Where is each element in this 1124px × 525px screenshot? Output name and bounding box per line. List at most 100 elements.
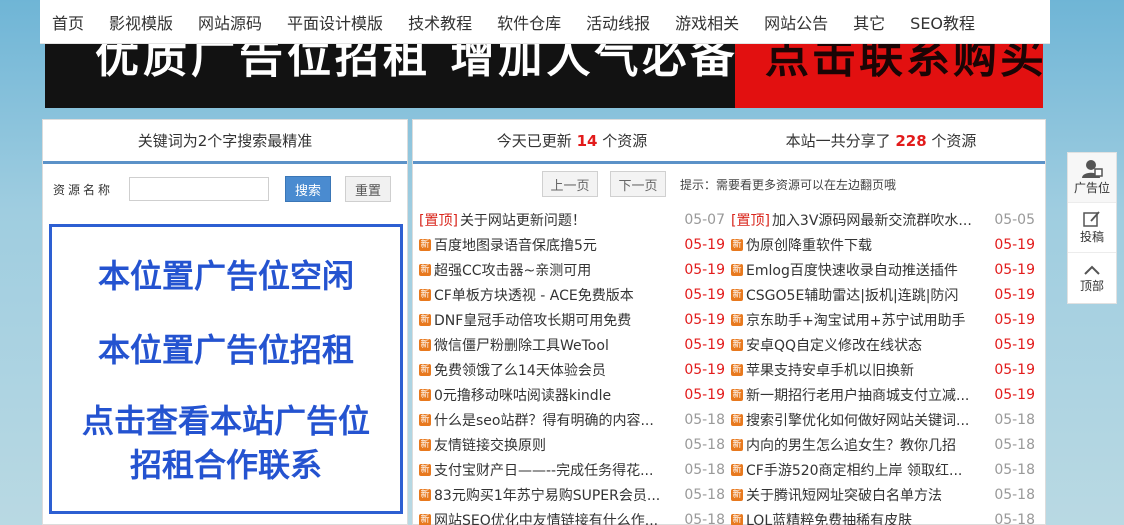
item-date: 05-18 — [994, 411, 1035, 428]
item-title[interactable]: CF手游520商定相约上岸 领取红... — [746, 460, 991, 480]
list-item[interactable]: 新免费领饿了么14天体验会员 05-19 — [413, 360, 731, 380]
table-row: 新什么是seo站群？得有明确的内容... 05-18 新搜索引擎优化如何做好网站关键… — [413, 407, 1047, 432]
list-item[interactable]: [置顶] 关于网站更新问题！ 05-07 — [413, 210, 731, 230]
list-item[interactable]: 新 CSGO5E辅助雷达|扳机|连跳|防闪 05-19 — [731, 285, 1041, 305]
item-title[interactable]: 苹果支持安卓手机以旧换新 — [746, 360, 991, 380]
new-icon: 新 — [731, 313, 743, 326]
banner-contact-button[interactable]: 点击联系购买 — [735, 44, 1043, 108]
search-button[interactable]: 搜索 — [285, 176, 331, 202]
item-title[interactable]: 网站SEO优化中友情链接有什么作... — [434, 510, 681, 525]
resource-stats: 今天已更新 14 个资源 本站一共分享了 228 个资源 — [413, 120, 1045, 164]
banner-left-text: 优质广告位招租 增加人气必备 — [95, 44, 739, 83]
item-title[interactable]: 关于网站更新问题！ — [460, 210, 681, 230]
table-row: 新 0元撸移动咪咕阅读器kindle 05-19 新新一期招行老用户抽商城支付立减..… — [413, 382, 1047, 407]
item-date: 05-19 — [994, 286, 1035, 303]
table-row: 新网站SEO优化中友情链接有什么作... 05-18 新 LOL蓝精粹免费抽稀有皮肤 0… — [413, 507, 1047, 525]
nav-activities[interactable]: 活动线报 — [586, 10, 650, 34]
item-title[interactable]: LOL蓝精粹免费抽稀有皮肤 — [746, 510, 991, 525]
item-title[interactable]: Emlog百度快速收录自动推送插件 — [746, 260, 991, 280]
new-icon: 新 — [731, 363, 743, 376]
side-top-button[interactable]: 顶部 — [1068, 253, 1116, 303]
table-row: 新超强CC攻击器~亲测可用 05-19 新 Emlog百度快速收录自动推送插件 05-1… — [413, 257, 1047, 282]
item-title[interactable]: 伪原创降重软件下载 — [746, 235, 991, 255]
new-icon: 新 — [731, 263, 743, 276]
item-title[interactable]: 0元撸移动咪咕阅读器kindle — [434, 385, 681, 405]
list-item[interactable]: 新友情链接交换原则 05-18 — [413, 435, 731, 455]
side-submit-button[interactable]: 投稿 — [1068, 203, 1116, 253]
item-title[interactable]: 支付宝财产日——--完成任务得花... — [434, 460, 681, 480]
new-icon: 新 — [419, 313, 431, 326]
new-icon: 新 — [731, 463, 743, 476]
ad-line-3a: 点击查看本站广告位 — [81, 402, 370, 440]
ad-box[interactable]: 本位置广告位空闲 本位置广告位招租 点击查看本站广告位 招租合作联系 — [49, 224, 403, 514]
item-title[interactable]: 加入3V源码网最新交流群吹水... — [772, 210, 991, 230]
item-title[interactable]: 免费领饿了么14天体验会员 — [434, 360, 681, 380]
item-title[interactable]: 百度地图录语音保底撸5元 — [434, 235, 681, 255]
nav-announcements[interactable]: 网站公告 — [764, 10, 828, 34]
pinned-tag: [置顶] — [731, 212, 770, 229]
item-title[interactable]: 微信僵尸粉删除工具WeTool — [434, 335, 681, 355]
item-title[interactable]: 新一期招行老用户抽商城支付立减... — [746, 385, 991, 405]
list-item[interactable]: 新京东助手+淘宝试用+苏宁试用助手 05-19 — [731, 310, 1041, 330]
nav-tutorials[interactable]: 技术教程 — [408, 10, 472, 34]
item-date: 05-18 — [684, 461, 725, 478]
nav-graphic-templates[interactable]: 平面设计模版 — [287, 10, 383, 34]
item-title[interactable]: CF单板方块透视 - ACE免费版本 — [434, 285, 681, 305]
new-icon: 新 — [419, 388, 431, 401]
item-date: 05-19 — [994, 311, 1035, 328]
list-item[interactable]: 新百度地图录语音保底撸5元 05-19 — [413, 235, 731, 255]
list-item[interactable]: 新 DNF皇冠手动倍攻长期可用免费 05-19 — [413, 310, 731, 330]
nav-software[interactable]: 软件仓库 — [497, 10, 561, 34]
item-title[interactable]: 超强CC攻击器~亲测可用 — [434, 260, 681, 280]
list-item[interactable]: 新 LOL蓝精粹免费抽稀有皮肤 05-18 — [731, 510, 1041, 525]
table-row: 新支付宝财产日——--完成任务得花... 05-18 新 CF手游520商定相约上岸 … — [413, 457, 1047, 482]
nav-video-templates[interactable]: 影视模版 — [109, 10, 173, 34]
item-title[interactable]: 内向的男生怎么追女生？教你几招 — [746, 435, 991, 455]
nav-games[interactable]: 游戏相关 — [675, 10, 739, 34]
list-item[interactable]: 新什么是seo站群？得有明确的内容... 05-18 — [413, 410, 731, 430]
side-ad-button[interactable]: 广告位 — [1068, 153, 1116, 203]
item-title[interactable]: DNF皇冠手动倍攻长期可用免费 — [434, 310, 681, 330]
item-title[interactable]: 什么是seo站群？得有明确的内容... — [434, 410, 681, 430]
item-title[interactable]: 关于腾讯短网址突破白名单方法 — [746, 485, 991, 505]
list-item[interactable]: 新苹果支持安卓手机以旧换新 05-19 — [731, 360, 1041, 380]
search-label: 资源名称 — [53, 182, 114, 197]
resource-list: [置顶] 关于网站更新问题！ 05-07 [置顶] 加入3V源码网最新交流群吹水... 0… — [413, 207, 1047, 525]
item-title[interactable]: 83元购买1年苏宁易购SUPER会员... — [434, 485, 681, 505]
list-item[interactable]: 新网站SEO优化中友情链接有什么作... 05-18 — [413, 510, 731, 525]
reset-button[interactable]: 重置 — [345, 176, 391, 202]
list-item[interactable]: 新搜索引擎优化如何做好网站关键词... 05-18 — [731, 410, 1041, 430]
search-input[interactable] — [129, 177, 269, 201]
next-page-button[interactable]: 下一页 — [610, 171, 666, 197]
list-item[interactable]: 新微信僵尸粉删除工具WeTool 05-19 — [413, 335, 731, 355]
ad-banner[interactable]: 优质广告位招租 增加人气必备 点击联系购买 — [45, 44, 1043, 108]
total-prefix: 本站一共分享了 — [785, 132, 896, 150]
list-item[interactable]: 新 CF手游520商定相约上岸 领取红... 05-18 — [731, 460, 1041, 480]
list-item[interactable]: 新内向的男生怎么追女生？教你几招 05-18 — [731, 435, 1041, 455]
list-item[interactable]: 新 83元购买1年苏宁易购SUPER会员... 05-18 — [413, 485, 731, 505]
prev-page-button[interactable]: 上一页 — [542, 171, 598, 197]
new-icon: 新 — [419, 288, 431, 301]
nav-site-source[interactable]: 网站源码 — [198, 10, 262, 34]
list-item[interactable]: 新安卓QQ自定义修改在线状态 05-19 — [731, 335, 1041, 355]
item-date: 05-19 — [684, 361, 725, 378]
item-title[interactable]: 安卓QQ自定义修改在线状态 — [746, 335, 991, 355]
nav-home[interactable]: 首页 — [52, 10, 84, 34]
list-item[interactable]: 新 CF单板方块透视 - ACE免费版本 05-19 — [413, 285, 731, 305]
item-title[interactable]: 京东助手+淘宝试用+苏宁试用助手 — [746, 310, 991, 330]
edit-icon — [1083, 211, 1100, 227]
list-item[interactable]: 新超强CC攻击器~亲测可用 05-19 — [413, 260, 731, 280]
list-item[interactable]: 新 Emlog百度快速收录自动推送插件 05-19 — [731, 260, 1041, 280]
item-title[interactable]: 搜索引擎优化如何做好网站关键词... — [746, 410, 991, 430]
list-item[interactable]: [置顶] 加入3V源码网最新交流群吹水... 05-05 — [731, 210, 1041, 230]
new-icon: 新 — [419, 363, 431, 376]
item-title[interactable]: CSGO5E辅助雷达|扳机|连跳|防闪 — [746, 285, 991, 305]
list-item[interactable]: 新支付宝财产日——--完成任务得花... 05-18 — [413, 460, 731, 480]
list-item[interactable]: 新关于腾讯短网址突破白名单方法 05-18 — [731, 485, 1041, 505]
list-item[interactable]: 新新一期招行老用户抽商城支付立减... 05-19 — [731, 385, 1041, 405]
list-item[interactable]: 新 0元撸移动咪咕阅读器kindle 05-19 — [413, 385, 731, 405]
nav-other[interactable]: 其它 — [853, 10, 885, 34]
item-title[interactable]: 友情链接交换原则 — [434, 435, 681, 455]
list-item[interactable]: 新伪原创降重软件下载 05-19 — [731, 235, 1041, 255]
nav-seo[interactable]: SEO教程 — [910, 10, 975, 34]
